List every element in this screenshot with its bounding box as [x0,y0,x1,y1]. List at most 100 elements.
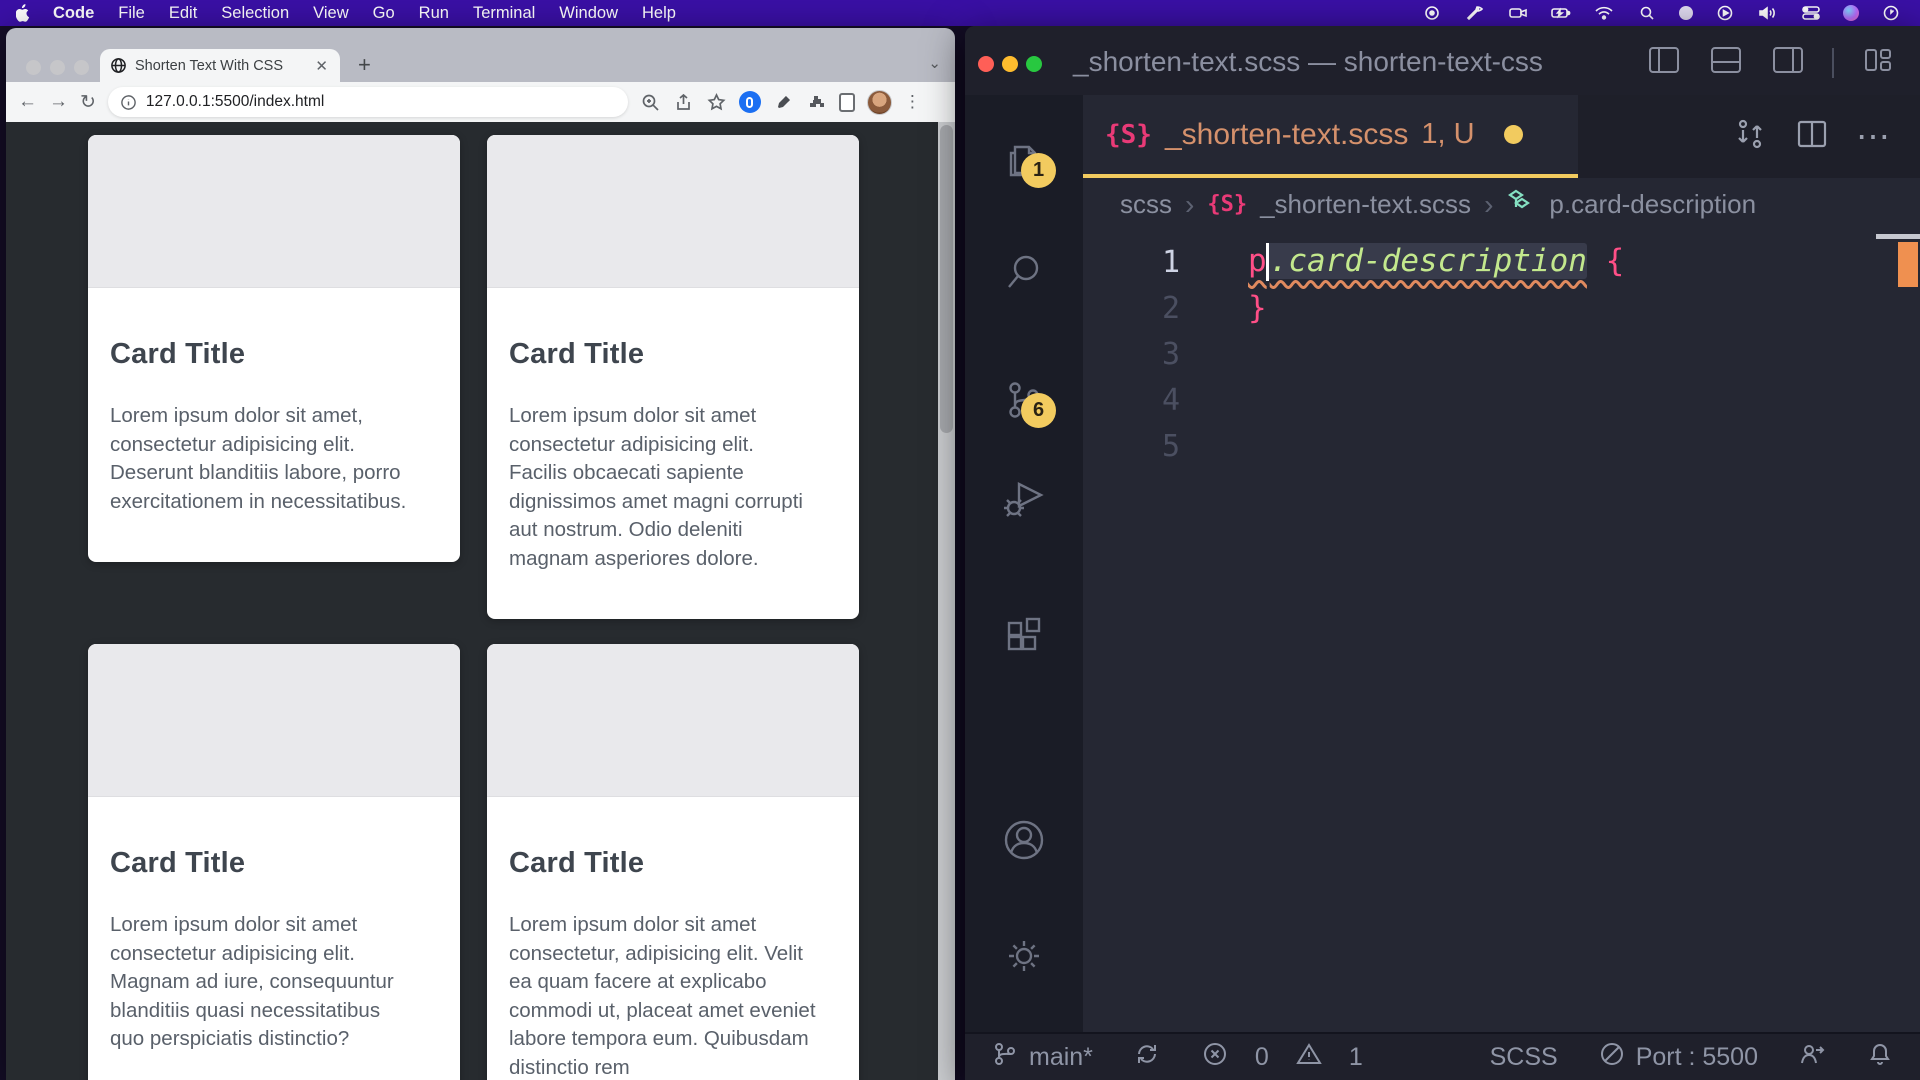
errors-icon[interactable] [1201,1040,1229,1075]
clock-icon[interactable] [1880,4,1902,22]
menu-help[interactable]: Help [642,4,676,23]
share-icon[interactable] [673,92,694,113]
browser-tab[interactable]: Shorten Text With CSS ✕ [100,49,340,82]
sync-icon[interactable] [1133,1040,1161,1075]
feedback-icon[interactable] [1798,1040,1826,1075]
card-image-placeholder [88,644,460,797]
forward-icon[interactable]: → [49,91,68,113]
url-text: 127.0.0.1:5500/index.html [146,93,324,111]
apple-logo-icon[interactable] [16,4,31,22]
more-actions-icon[interactable]: ⋯ [1856,127,1892,147]
extensions-icon[interactable] [999,609,1049,659]
browser-window: Shorten Text With CSS ✕ + ⌄ ← → ↻ 127.0.… [6,28,955,1080]
dnd-icon[interactable] [1679,6,1693,20]
volume-icon[interactable] [1757,4,1779,22]
tab-overflow-chevron-icon[interactable]: ⌄ [928,54,941,72]
customize-layout-icon[interactable] [1860,42,1896,83]
run-debug-icon[interactable] [999,472,1049,522]
toggle-panel-icon[interactable] [1708,42,1744,83]
profile-avatar[interactable] [867,90,892,115]
breadcrumbs[interactable]: scss › {S} _shorten-text.scss › p.card-d… [1083,178,1920,231]
git-branch-label[interactable]: main* [1029,1043,1093,1072]
browser-menu-icon[interactable]: ⋮ [904,92,921,112]
menu-edit[interactable]: Edit [169,4,197,23]
chevron-right-icon: › [1484,189,1493,221]
vscode-close-button[interactable] [978,56,994,72]
battery-icon[interactable] [1550,4,1572,22]
chevron-right-icon: › [1185,189,1194,221]
card: Card Title Lorem ipsum dolor sit amet, c… [88,135,460,562]
tab-close-icon[interactable]: ✕ [313,57,330,75]
code-line-1[interactable]: p.card-description { [1248,243,1624,282]
code-line-2[interactable]: } [1248,290,1267,326]
search-icon[interactable] [999,247,1049,297]
eyedropper-extension-icon[interactable] [773,92,794,113]
wifi-icon[interactable] [1593,4,1615,22]
unsaved-dot-icon[interactable] [1504,125,1523,144]
errors-count[interactable]: 0 [1255,1043,1269,1072]
warnings-icon[interactable] [1295,1040,1323,1075]
line-number: 2 [1083,291,1180,326]
card: Card Title Lorem ipsum dolor sit amet co… [88,644,460,1080]
search-icon[interactable] [1636,4,1658,22]
browser-scrollbar[interactable] [938,122,955,1080]
menu-terminal[interactable]: Terminal [473,4,535,23]
vscode-window: _shorten-text.scss — shorten-text-css 1 … [965,26,1920,1080]
breadcrumb-symbol[interactable]: p.card-description [1549,189,1756,220]
browser-close-button[interactable] [26,60,41,75]
breadcrumb-folder[interactable]: scss [1120,189,1172,220]
screen-record-icon[interactable] [1507,4,1529,22]
address-bar[interactable]: 127.0.0.1:5500/index.html [108,87,628,117]
zoom-icon[interactable] [640,92,661,113]
siri-icon[interactable] [1843,5,1859,21]
open-changes-icon[interactable] [1732,116,1768,157]
menu-selection[interactable]: Selection [221,4,289,23]
extensions-puzzle-icon[interactable] [806,92,827,113]
new-tab-button[interactable]: + [358,52,371,78]
vscode-minimize-button[interactable] [1002,56,1018,72]
reload-icon[interactable]: ↻ [80,91,96,114]
rocket-icon[interactable] [1464,4,1486,22]
menu-status-icons [1421,4,1920,22]
menu-go[interactable]: Go [373,4,395,23]
menu-file[interactable]: File [118,4,145,23]
live-server-port[interactable]: Port : 5500 [1636,1043,1758,1072]
card-image-placeholder [487,644,859,797]
breadcrumb-file[interactable]: _shorten-text.scss [1260,189,1471,220]
side-panel-icon[interactable] [839,93,855,112]
card-title: Card Title [509,847,817,880]
port-slash-icon[interactable] [1598,1040,1626,1075]
bookmark-star-icon[interactable] [706,92,727,113]
text-cursor [1266,243,1269,281]
language-mode[interactable]: SCSS [1490,1043,1558,1072]
password-manager-extension-icon[interactable] [739,91,761,113]
browser-zoom-button[interactable] [74,60,89,75]
menu-view[interactable]: View [313,4,348,23]
warnings-count[interactable]: 1 [1349,1043,1363,1072]
browser-toolbar: ← → ↻ 127.0.0.1:5500/index.html ⋮ [6,82,955,122]
browser-minimize-button[interactable] [50,60,65,75]
editor-tab[interactable]: {S} _shorten-text.scss 1, U [1083,95,1578,178]
code-editor[interactable]: 1 p.card-description { 2 } 3 4 5 [1083,231,1920,469]
play-circle-icon[interactable] [1714,4,1736,22]
line-number: 5 [1083,429,1180,464]
menu-window[interactable]: Window [559,4,618,23]
notifications-bell-icon[interactable] [1866,1040,1894,1075]
split-editor-icon[interactable] [1794,116,1830,157]
account-icon[interactable] [999,815,1049,865]
vscode-title-bar[interactable]: _shorten-text.scss — shorten-text-css [965,26,1920,95]
menu-app-name[interactable]: Code [53,4,94,23]
toggle-sidebar-icon[interactable] [1646,42,1682,83]
toggle-secondary-sidebar-icon[interactable] [1770,42,1806,83]
scrollbar-thumb[interactable] [940,125,953,433]
menu-run[interactable]: Run [419,4,449,23]
site-info-icon[interactable] [120,94,137,111]
settings-gear-icon[interactable] [999,931,1049,981]
back-icon[interactable]: ← [18,91,37,113]
editor-tab-bar: {S} _shorten-text.scss 1, U ⋯ [1083,95,1920,178]
control-center-icon[interactable] [1800,4,1822,22]
vscode-zoom-button[interactable] [1026,56,1042,72]
git-branch-icon[interactable] [991,1040,1019,1075]
web-page: Card Title Lorem ipsum dolor sit amet, c… [6,122,955,1080]
record-icon[interactable] [1421,4,1443,22]
